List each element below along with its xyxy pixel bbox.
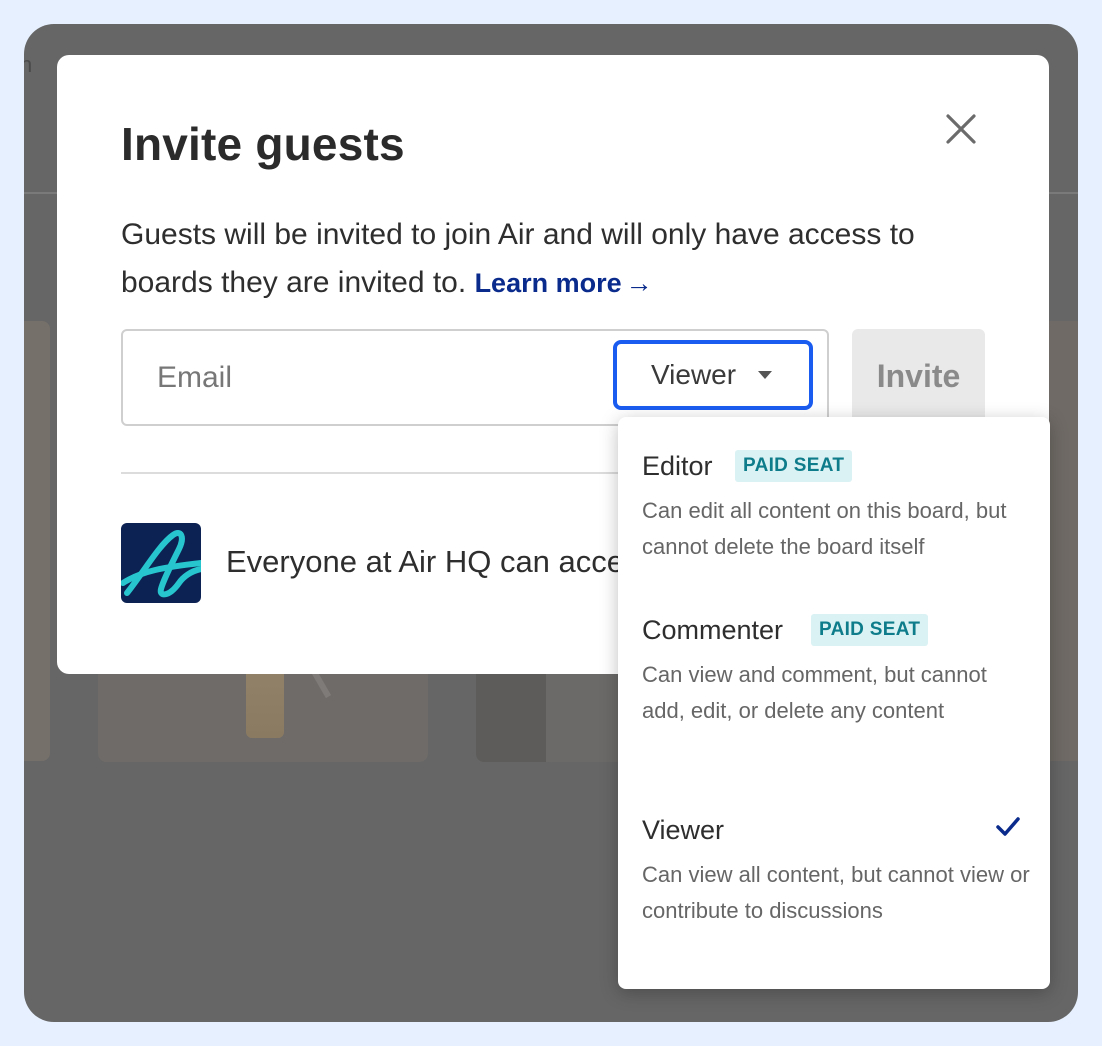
role-option-title: Commenter bbox=[642, 615, 784, 645]
role-option-editor[interactable]: Editor PAID SEAT Can edit all content on… bbox=[618, 447, 1050, 567]
caret-down-icon bbox=[758, 371, 773, 379]
learn-more-label: Learn more bbox=[474, 268, 622, 298]
role-option-viewer[interactable]: Viewer Can view all content, but cannot … bbox=[618, 811, 1050, 971]
role-option-description: Can view all content, but cannot view or… bbox=[642, 862, 1030, 923]
role-dropdown-menu: Editor PAID SEAT Can edit all content on… bbox=[618, 417, 1050, 989]
role-option-description: Can edit all content on this board, but … bbox=[642, 498, 1007, 559]
email-input[interactable] bbox=[155, 355, 599, 401]
background-board-card bbox=[24, 321, 50, 761]
air-logo-icon bbox=[121, 523, 201, 603]
paid-seat-badge: PAID SEAT bbox=[735, 450, 853, 482]
role-option-description: Can view and comment, but cannot add, ed… bbox=[642, 662, 987, 723]
workspace-access-text: Everyone at Air HQ can access bbox=[226, 544, 620, 579]
arrow-right-icon: → bbox=[625, 268, 653, 298]
role-option-title: Editor bbox=[642, 451, 713, 481]
email-field-container: Viewer bbox=[121, 329, 829, 426]
role-select-value: Viewer bbox=[651, 359, 737, 390]
learn-more-link[interactable]: Learn more → bbox=[475, 268, 653, 298]
role-select[interactable]: Viewer bbox=[613, 340, 813, 410]
close-icon bbox=[946, 114, 976, 144]
paid-seat-badge: PAID SEAT bbox=[811, 614, 929, 646]
role-option-commenter[interactable]: Commenter PAID SEAT Can view and comment… bbox=[618, 611, 1050, 771]
modal-description: Guests will be invited to join Air and w… bbox=[121, 211, 1001, 307]
invite-button[interactable]: Invite bbox=[852, 329, 985, 424]
background-header-text: n bbox=[24, 52, 33, 77]
check-icon bbox=[996, 817, 1020, 836]
modal-title: Invite guests bbox=[121, 118, 405, 170]
close-button[interactable] bbox=[937, 105, 985, 153]
role-option-title: Viewer bbox=[642, 815, 725, 845]
